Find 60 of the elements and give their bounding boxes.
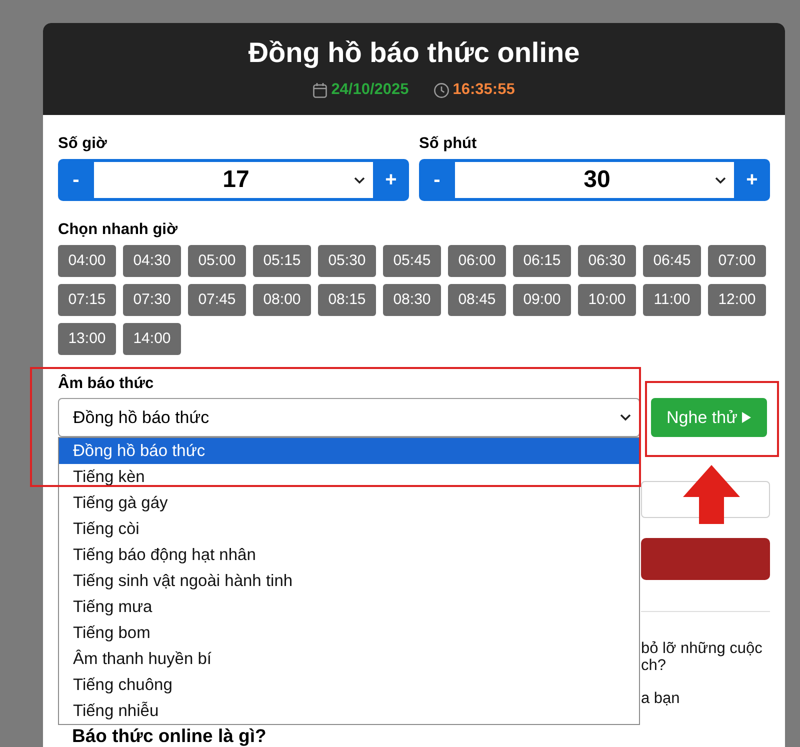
paragraph-text: a bạn [641, 690, 681, 707]
time-preset-button[interactable]: 07:00 [708, 245, 766, 277]
time-preset-button[interactable]: 11:00 [643, 284, 701, 316]
time-preset-button[interactable]: 07:30 [123, 284, 181, 316]
time-preset-button[interactable]: 04:30 [123, 245, 181, 277]
field-label: Số giờ [58, 135, 108, 153]
time-preset-button[interactable]: 08:00 [253, 284, 311, 316]
dropdown-option[interactable]: Đồng hồ báo thức [59, 438, 639, 464]
time-preset-button[interactable]: 07:15 [58, 284, 116, 316]
dropdown-option[interactable]: Tiếng còi [59, 516, 639, 542]
time-preset-button[interactable]: 08:30 [383, 284, 441, 316]
decrement-button[interactable]: - [58, 159, 94, 201]
time-preset-button[interactable]: 06:15 [513, 245, 571, 277]
play-icon [742, 412, 752, 423]
field-label: Âm báo thức [58, 375, 155, 393]
time-preset-button[interactable]: 09:00 [513, 284, 571, 316]
dropdown-option[interactable]: Âm thanh huyền bí [59, 646, 639, 672]
dropdown-option[interactable]: Tiếng sinh vật ngoài hành tinh [59, 568, 639, 594]
up-arrow [683, 465, 740, 524]
dropdown-option[interactable]: Tiếng bom [59, 620, 639, 646]
dropdown-option[interactable]: Tiếng nhiễu [59, 698, 639, 724]
time-preset-button[interactable]: 08:45 [448, 284, 506, 316]
time-preset-button[interactable]: 05:00 [188, 245, 246, 277]
decrement-button[interactable]: - [419, 159, 455, 201]
increment-button[interactable]: + [373, 159, 409, 201]
date-text: 24/10/2025 [331, 81, 409, 99]
calendar-icon [313, 82, 328, 98]
chevron-icon [354, 176, 365, 184]
time-preset-button[interactable]: 05:30 [318, 245, 376, 277]
number-select[interactable]: 17 [94, 159, 373, 201]
dropdown-option[interactable]: Tiếng kèn [59, 464, 639, 490]
number-select[interactable]: 30 [455, 159, 734, 201]
increment-button[interactable]: + [734, 159, 770, 201]
page-title: Đồng hồ báo thức online [247, 36, 581, 70]
time-preset-button[interactable]: 05:45 [383, 245, 441, 277]
time-preset-button[interactable]: 05:15 [253, 245, 311, 277]
time-preset-button[interactable]: 14:00 [123, 323, 181, 355]
dropdown-option[interactable]: Tiếng chuông [59, 672, 639, 698]
chevron-icon [715, 176, 726, 184]
section-label: Chọn nhanh giờ [58, 221, 178, 239]
time-preset-button[interactable]: 08:15 [318, 284, 376, 316]
time-preset-button[interactable]: 06:00 [448, 245, 506, 277]
time-preset-button[interactable]: 12:00 [708, 284, 766, 316]
time-preset-button[interactable]: 04:00 [58, 245, 116, 277]
dropdown-option[interactable]: Tiếng mưa [59, 594, 639, 620]
time-text: 16:35:55 [452, 81, 515, 99]
sound-select[interactable]: Đồng hồ báo thức [58, 398, 640, 437]
time-preset-button[interactable]: 06:45 [643, 245, 701, 277]
section-heading: Báo thức online là gì? [71, 726, 268, 746]
preview-button[interactable]: Nghe thử [651, 398, 767, 437]
chevron-icon [620, 414, 631, 421]
time-preset-button[interactable]: 13:00 [58, 323, 116, 355]
paragraph-text: bỏ lỡ những cuộc ch? [641, 640, 764, 674]
time-preset-button[interactable]: 06:30 [578, 245, 636, 277]
clock-icon [434, 82, 449, 98]
field-label: Số phút [419, 135, 478, 153]
dropdown-option[interactable]: Tiếng báo động hạt nhân [59, 542, 639, 568]
time-preset-button[interactable]: 07:45 [188, 284, 246, 316]
time-preset-button[interactable]: 10:00 [578, 284, 636, 316]
dropdown-option[interactable]: Tiếng gà gáy [59, 490, 639, 516]
